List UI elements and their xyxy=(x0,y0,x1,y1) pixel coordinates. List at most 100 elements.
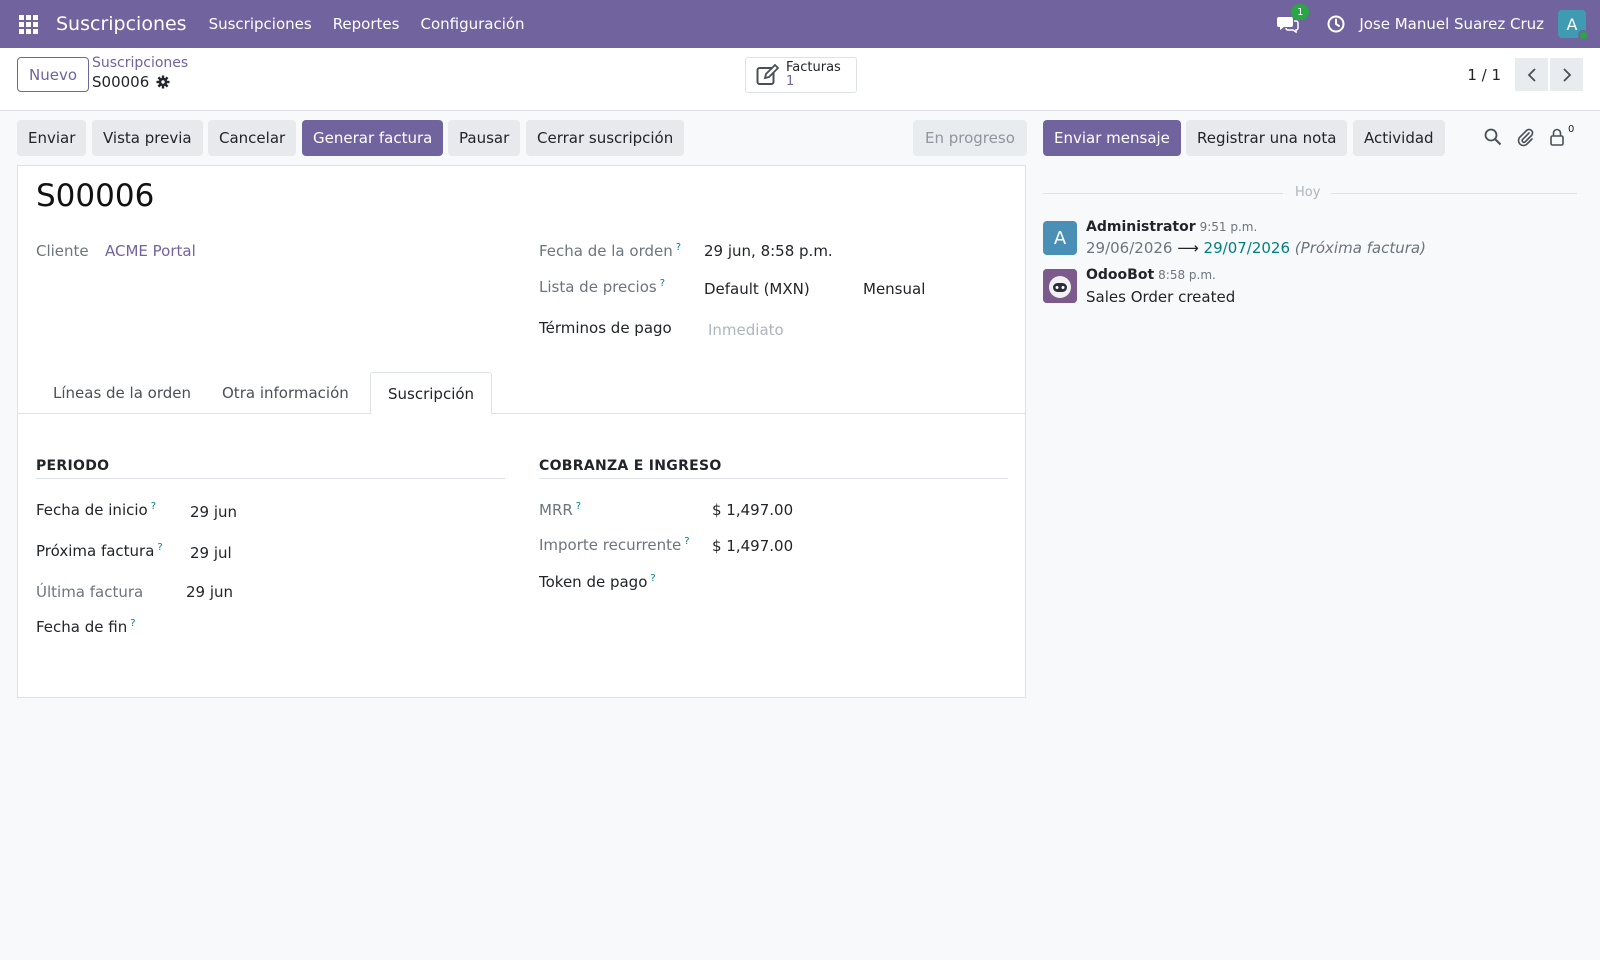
status-badge[interactable]: En progreso xyxy=(913,120,1027,156)
invoices-count: 1 xyxy=(786,74,795,89)
next-invoice-field[interactable]: 29 jul xyxy=(190,544,232,562)
invoices-smart-button[interactable]: Facturas 1 xyxy=(745,57,857,93)
message-author-name[interactable]: Administrator xyxy=(1086,219,1196,235)
breadcrumb-current: S00006 xyxy=(92,72,188,92)
tab-other-info[interactable]: Otra información xyxy=(205,372,366,414)
payment-token-label-text: Token de pago xyxy=(539,573,648,591)
message-time: 9:51 p.m. xyxy=(1199,220,1258,234)
message-author-name[interactable]: OdooBot xyxy=(1086,267,1154,283)
activity-clock-icon[interactable] xyxy=(1327,15,1345,33)
billing-divider xyxy=(539,478,1008,479)
search-icon[interactable] xyxy=(1484,128,1502,146)
notebook-tabs: Líneas de la orden Otra información Susc… xyxy=(18,372,1025,415)
activity-button[interactable]: Actividad xyxy=(1353,120,1445,156)
tracking-new-value: 29/07/2026 xyxy=(1203,239,1291,257)
message-time: 8:58 p.m. xyxy=(1158,268,1216,282)
top-navbar: Suscripciones Suscripciones Reportes Con… xyxy=(0,0,1600,48)
form-sheet: S00006 Cliente ACME Portal Fecha de la o… xyxy=(17,165,1026,698)
pager-value[interactable]: 1 / 1 xyxy=(1467,66,1501,84)
follower-lock-icon[interactable] xyxy=(1549,128,1565,146)
start-date-field[interactable]: 29 jun xyxy=(190,503,237,521)
control-panel: Nuevo Suscripciones S00006 Facturas 1 1 … xyxy=(0,48,1600,111)
generate-invoice-button[interactable]: Generar factura xyxy=(302,120,444,156)
pause-button[interactable]: Pausar xyxy=(448,120,521,156)
end-date-help[interactable]: ? xyxy=(130,618,135,629)
administrator-initial: A xyxy=(1053,227,1067,249)
tracking-value: 29/06/2026 ⟶ 29/07/2026 (Próxima factura… xyxy=(1086,239,1426,257)
message-author: Administrator 9:51 p.m. xyxy=(1086,219,1257,235)
end-date-label: Fecha de fin? xyxy=(36,618,136,636)
app-grid-icon[interactable] xyxy=(0,0,56,48)
order-date-label-text: Fecha de la orden xyxy=(539,242,673,260)
user-avatar-initial: A xyxy=(1566,14,1578,34)
menu-reportes[interactable]: Reportes xyxy=(333,15,400,33)
cancel-button[interactable]: Cancelar xyxy=(208,120,297,156)
menu-configuracion[interactable]: Configuración xyxy=(420,15,524,33)
next-invoice-label-text: Próxima factura xyxy=(36,542,155,560)
pricelist-help[interactable]: ? xyxy=(660,278,665,289)
gear-icon[interactable] xyxy=(156,75,170,89)
mrr-label: MRR? xyxy=(539,501,581,519)
mrr-field: $ 1,497.00 xyxy=(712,501,794,519)
message-body: Sales Order created xyxy=(1086,288,1236,306)
menu-suscripciones[interactable]: Suscripciones xyxy=(209,15,312,33)
edit-invoice-icon xyxy=(756,64,780,85)
recurrence-plan-field[interactable]: Mensual xyxy=(863,280,925,298)
payment-terms-label: Términos de pago xyxy=(539,319,672,337)
chevron-right-icon xyxy=(1562,67,1571,82)
breadcrumb-parent[interactable]: Suscripciones xyxy=(92,55,188,72)
followers-count: 0 xyxy=(1568,124,1575,135)
send-button[interactable]: Enviar xyxy=(17,120,87,156)
next-invoice-label: Próxima factura? xyxy=(36,542,163,560)
tracking-old-value: 29/06/2026 xyxy=(1086,239,1173,257)
next-invoice-help[interactable]: ? xyxy=(157,542,162,553)
start-date-help[interactable]: ? xyxy=(151,501,156,512)
order-date-help[interactable]: ? xyxy=(676,242,681,253)
preview-button[interactable]: Vista previa xyxy=(92,120,203,156)
payment-token-label: Token de pago? xyxy=(539,573,656,591)
log-note-button[interactable]: Registrar una nota xyxy=(1186,120,1348,156)
period-divider xyxy=(36,478,505,479)
order-date-field[interactable]: 29 jun, 8:58 p.m. xyxy=(704,242,833,260)
end-date-label-text: Fecha de fin xyxy=(36,618,128,636)
invoices-label: Facturas xyxy=(786,60,841,75)
last-invoice-field: 29 jun xyxy=(186,583,234,601)
messages-badge: 1 xyxy=(1291,4,1310,20)
recurring-amount-field: $ 1,497.00 xyxy=(712,537,794,555)
payment-token-help[interactable]: ? xyxy=(650,573,655,584)
pricelist-field[interactable]: Default (MXN) xyxy=(704,280,810,298)
user-name[interactable]: Jose Manuel Suarez Cruz xyxy=(1359,15,1544,33)
recurring-amount-label-text: Importe recurrente xyxy=(539,536,682,554)
recurring-amount-label: Importe recurrente? xyxy=(539,536,690,554)
tab-subscription[interactable]: Suscripción xyxy=(370,372,493,415)
last-invoice-label: Última factura xyxy=(36,583,144,601)
period-section-title: PERIODO xyxy=(36,458,110,474)
message-avatar-administrator[interactable]: A xyxy=(1043,221,1077,255)
paperclip-icon[interactable] xyxy=(1516,127,1534,147)
mrr-help[interactable]: ? xyxy=(576,501,581,512)
pager-previous-button[interactable] xyxy=(1515,58,1548,91)
message-avatar-odoobot[interactable] xyxy=(1043,269,1077,303)
new-button[interactable]: Nuevo xyxy=(17,57,90,92)
payment-terms-field[interactable]: Inmediato xyxy=(708,321,784,339)
customer-field[interactable]: ACME Portal xyxy=(105,242,196,260)
customer-label: Cliente xyxy=(36,242,89,260)
record-title: S00006 xyxy=(36,178,155,214)
billing-section-title: COBRANZA E INGRESO xyxy=(539,458,722,474)
chevron-left-icon xyxy=(1527,67,1536,82)
breadcrumb-current-label: S00006 xyxy=(92,73,150,91)
mrr-label-text: MRR xyxy=(539,501,573,519)
app-title[interactable]: Suscripciones xyxy=(56,13,187,35)
close-subscription-button[interactable]: Cerrar suscripción xyxy=(526,120,685,156)
user-avatar[interactable]: A xyxy=(1558,10,1589,41)
tab-order-lines[interactable]: Líneas de la orden xyxy=(36,372,208,414)
recurring-amount-help[interactable]: ? xyxy=(684,536,689,547)
messages-icon[interactable]: 1 xyxy=(1277,4,1310,34)
pricelist-label: Lista de precios? xyxy=(539,278,665,296)
send-message-button[interactable]: Enviar mensaje xyxy=(1043,120,1181,156)
pager: 1 / 1 xyxy=(1467,58,1600,91)
start-date-label: Fecha de inicio? xyxy=(36,501,156,519)
breadcrumb: Suscripciones S00006 xyxy=(92,55,188,92)
start-date-label-text: Fecha de inicio xyxy=(36,501,148,519)
pager-next-button[interactable] xyxy=(1550,58,1583,91)
